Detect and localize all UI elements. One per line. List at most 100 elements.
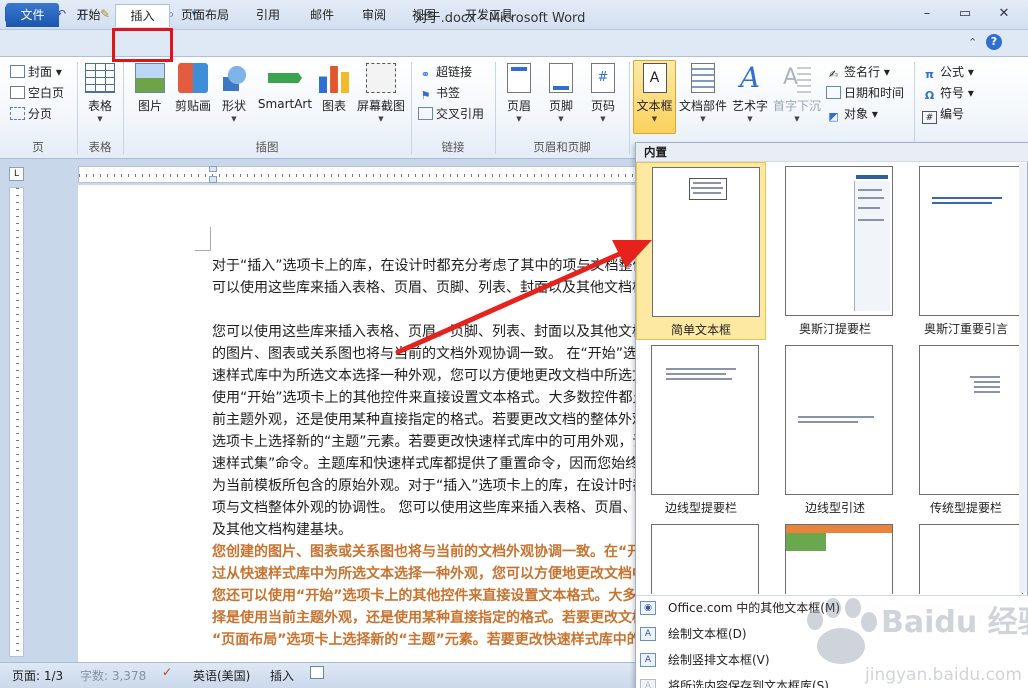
document-line: 可以使用这些库来插入表格、页眉、页脚、列表、封面以及其他文档构建基块。 bbox=[212, 280, 638, 296]
dropdown-caret-icon: ▼ bbox=[516, 115, 522, 123]
document-line: 您创建的图片、图表或关系图也将与当前的文档外观协调一致。在“开始”选项卡上，通 bbox=[212, 544, 638, 560]
gallery-item-caption: 奥斯汀重要引言 bbox=[923, 322, 1008, 336]
blank-page-button[interactable]: 空白页 bbox=[10, 83, 64, 103]
page-number-button[interactable]: # 页码 ▼ bbox=[584, 63, 622, 133]
page-break-button[interactable]: 分页 bbox=[10, 104, 52, 124]
drop-cap-button[interactable]: A 首字下沉 ▼ bbox=[772, 63, 822, 133]
gallery-item-edge-quote[interactable]: 边线型引述 bbox=[770, 341, 900, 519]
hyperlink-button[interactable]: ⚭ 超链接 bbox=[418, 62, 472, 82]
gallery-item-caption: 传统型提要栏 bbox=[929, 501, 1002, 515]
textbox-button[interactable]: A 文本框 ▼ bbox=[633, 63, 676, 133]
gallery-item-partial[interactable] bbox=[651, 524, 759, 594]
document-line: 的图片、图表或关系图也将与当前的文档外观协调一致。 在“开始”选项卡上，通过从快 bbox=[212, 346, 638, 362]
chart-icon bbox=[319, 66, 349, 93]
dropdown-caret-icon: ▼ bbox=[651, 115, 658, 123]
table-icon bbox=[85, 63, 115, 93]
word-count-status[interactable]: 字数: 3,378 bbox=[80, 667, 146, 684]
tab-selector-button[interactable]: L bbox=[9, 167, 24, 181]
document-line: 过从快速样式库中为所选文本选择一种外观，您可以方便地更改文档中所选文本的格式。 bbox=[212, 566, 638, 582]
close-button[interactable]: ✕ bbox=[993, 6, 1015, 22]
gallery-item-edge-sidebar[interactable]: 边线型提要栏 bbox=[636, 341, 766, 519]
gallery-item-austin-sidebar[interactable]: 奥斯汀提要栏 bbox=[770, 162, 900, 340]
quick-parts-button[interactable]: 文档部件 ▼ bbox=[678, 63, 728, 133]
tab-references[interactable]: 引用 bbox=[248, 4, 288, 27]
tab-home[interactable]: 开始 bbox=[66, 4, 111, 27]
page-count-status[interactable]: 页面: 1/3 bbox=[12, 667, 63, 684]
minimize-ribbon-icon[interactable]: ⌃ bbox=[968, 36, 977, 49]
tab-mailings[interactable]: 邮件 bbox=[302, 4, 342, 27]
object-icon: ◩ bbox=[828, 110, 839, 123]
document-line: 速样式库中为所选文本选择一种外观，您可以方便地更改文档中所选文本的格式。您还可以 bbox=[212, 368, 638, 384]
document-line: 对于“插入”选项卡上的库，在设计时都充分考虑了其中的项与文档整体外观的协调性。您 bbox=[212, 258, 638, 274]
insert-mode-status[interactable]: 插入 bbox=[270, 667, 294, 684]
screenshot-icon bbox=[366, 63, 396, 93]
vertical-ruler[interactable] bbox=[9, 187, 24, 657]
document-line: 择是使用当前主题外观，还是使用某种直接指定的格式。若要更改文档的整体外观，请在 bbox=[212, 610, 638, 626]
document-body[interactable]: 对于“插入”选项卡上的库，在设计时都充分考虑了其中的项与文档整体外观的协调性。您… bbox=[212, 255, 638, 651]
dropdown-caret-icon: ▼ bbox=[747, 115, 753, 123]
help-icon[interactable]: ? bbox=[986, 34, 1002, 50]
group-label-illustrations: 插图 bbox=[255, 140, 279, 154]
gallery-item-partial[interactable] bbox=[919, 524, 1023, 594]
gallery-item-partial[interactable] bbox=[785, 524, 893, 594]
document-line: 使用“开始”选项卡上的其他控件来直接设置文本格式。大多数控件都允许您选择是使用当 bbox=[212, 390, 638, 406]
insert-tab-highlight-box bbox=[112, 28, 173, 62]
draw-textbox-icon: A bbox=[640, 627, 656, 641]
cover-page-button[interactable]: 封面 ▾ bbox=[10, 62, 62, 82]
signature-line-button[interactable]: ✍ 签名行 ▾ bbox=[826, 62, 890, 82]
drop-cap-icon: A bbox=[783, 63, 811, 93]
object-button[interactable]: ◩ 对象 ▾ bbox=[826, 104, 878, 124]
document-line: 及其他文档构建基块。 bbox=[212, 522, 352, 538]
gallery-scrollbar[interactable] bbox=[1019, 163, 1027, 593]
minimize-button[interactable]: – bbox=[916, 6, 938, 22]
thumbnail-preview bbox=[785, 345, 893, 495]
dropdown-caret-icon: ▼ bbox=[378, 115, 384, 123]
date-time-button[interactable]: 日期和时间 bbox=[826, 83, 904, 103]
gallery-item-traditional-sidebar[interactable]: 传统型提要栏 bbox=[904, 341, 1028, 519]
horizontal-ruler[interactable] bbox=[78, 166, 638, 183]
macro-record-icon[interactable] bbox=[310, 666, 324, 679]
cross-reference-button[interactable]: 交叉引用 bbox=[418, 104, 484, 124]
shapes-button[interactable]: 形状 ▼ bbox=[216, 63, 252, 133]
table-button[interactable]: 表格 ▼ bbox=[80, 63, 120, 133]
group-label-header-footer: 页眉和页脚 bbox=[533, 140, 591, 154]
tab-developer[interactable]: 开发工具 bbox=[457, 4, 521, 27]
screenshot-button[interactable]: 屏幕截图 ▼ bbox=[354, 63, 408, 133]
numbering-button[interactable]: # 编号 bbox=[922, 104, 964, 124]
wordart-icon: A bbox=[739, 61, 761, 94]
symbol-button[interactable]: Ω 符号 ▾ bbox=[922, 83, 974, 103]
group-label-pages: 页 bbox=[32, 140, 44, 154]
chart-button[interactable]: 图表 bbox=[316, 63, 352, 133]
footer-button[interactable]: 页脚 ▼ bbox=[542, 63, 580, 133]
dropdown-caret-icon: ▼ bbox=[231, 115, 237, 123]
tab-file[interactable]: 文件 bbox=[6, 3, 59, 27]
tab-review[interactable]: 审阅 bbox=[354, 4, 394, 27]
indent-marker-icon[interactable] bbox=[209, 166, 217, 172]
draw-textbox-menu-item[interactable]: 绘制文本框(D) bbox=[668, 624, 747, 644]
gallery-item-caption: 边线型引述 bbox=[804, 501, 865, 515]
tab-view[interactable]: 视图 bbox=[404, 4, 444, 27]
bookmark-button[interactable]: ⚑ 书签 bbox=[418, 83, 460, 103]
wordart-button[interactable]: A 艺术字 ▼ bbox=[730, 63, 770, 133]
maximize-button[interactable]: ▭ bbox=[954, 6, 976, 22]
group-divider bbox=[629, 62, 630, 154]
smartart-button[interactable]: SmartArt bbox=[256, 63, 314, 133]
clipart-icon bbox=[178, 63, 208, 93]
picture-button[interactable]: 图片 bbox=[130, 63, 170, 133]
bookmark-icon: ⚑ bbox=[420, 89, 431, 102]
hyperlink-icon: ⚭ bbox=[420, 68, 431, 81]
group-divider bbox=[914, 62, 915, 154]
language-status[interactable]: 英语(美国) bbox=[193, 667, 250, 684]
group-label-tables: 表格 bbox=[88, 140, 112, 154]
equation-button[interactable]: π 公式 ▾ bbox=[922, 62, 974, 82]
header-button[interactable]: 页眉 ▼ bbox=[500, 63, 538, 133]
tab-insert[interactable]: 插入 bbox=[115, 4, 170, 27]
hanging-indent-marker-icon[interactable] bbox=[209, 176, 217, 183]
proofing-icon[interactable]: ✓ bbox=[162, 665, 172, 679]
tab-page-layout[interactable]: 页面布局 bbox=[174, 4, 236, 27]
gallery-item-austin-quote[interactable]: 奥斯汀重要引言 bbox=[904, 162, 1028, 340]
gallery-item-simple-textbox[interactable]: 简单文本框 bbox=[636, 162, 766, 340]
draw-vertical-textbox-menu-item[interactable]: 绘制竖排文本框(V) bbox=[668, 650, 770, 670]
dropdown-caret-icon: ▼ bbox=[794, 115, 800, 123]
clipart-button[interactable]: 剪贴画 bbox=[172, 63, 214, 133]
